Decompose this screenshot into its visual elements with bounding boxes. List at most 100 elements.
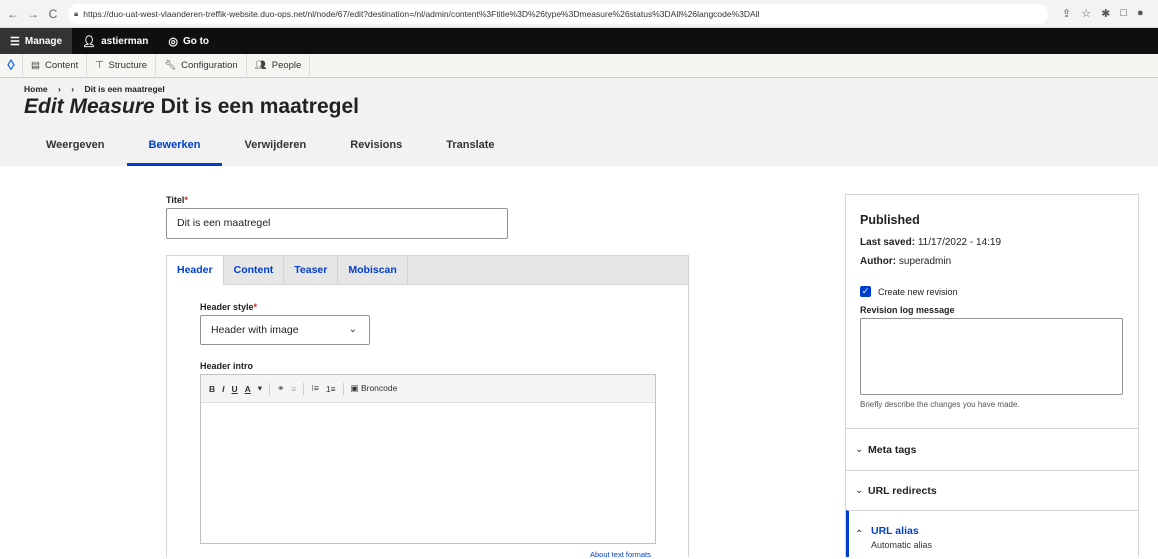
goto-icon: ◎ — [168, 35, 178, 48]
last-saved: Last saved: 11/17/2022 - 14:19 — [860, 237, 1001, 248]
font-color-dropdown-icon[interactable]: ▾ — [258, 383, 262, 394]
italic-button[interactable]: I — [222, 384, 224, 394]
tray-item-configuration[interactable]: 🔧︎ Configuration — [156, 53, 247, 78]
revision-hint: Briefly describe the changes you have ma… — [860, 400, 1020, 409]
primary-tabs: Weergeven Bewerken Verwijderen Revisions… — [24, 137, 517, 166]
header-intro-editor[interactable]: B I U A ▾ ⚭ ≡ ⁝≡ 1≡ ▣ Broncode — [200, 374, 656, 544]
chevron-down-icon: ⌄ — [855, 444, 864, 455]
breadcrumb-separator: › — [58, 84, 61, 94]
revision-log-textarea[interactable] — [860, 318, 1123, 395]
share-icon[interactable]: ⇪ — [1062, 7, 1071, 20]
user-button[interactable]: 👤︎ astierman — [72, 28, 158, 54]
tray-item-structure[interactable]: ⊤ Structure — [87, 53, 157, 78]
source-button[interactable]: ▣ Broncode — [351, 383, 398, 394]
underline-button[interactable]: U — [232, 384, 238, 394]
goto-button[interactable]: ◎ Go to — [158, 28, 219, 54]
goto-label: Go to — [182, 35, 210, 47]
tray-item-people[interactable]: 👥︎ People — [247, 53, 311, 78]
structure-icon: ⊤ — [95, 60, 104, 71]
toolbar-divider — [342, 382, 344, 395]
chevron-down-icon: ⌄ — [855, 485, 864, 496]
people-icon: 👥︎ — [254, 60, 267, 71]
breadcrumb-home[interactable]: Home — [24, 84, 48, 94]
url-alias-accordion[interactable]: ⌃ URL alias Automatic alias — [846, 510, 1138, 557]
meta-tags-accordion[interactable]: ⌄ Meta tags — [846, 428, 1138, 470]
tab-teaser[interactable]: Teaser — [284, 256, 339, 284]
tab-header[interactable]: Header — [167, 256, 224, 285]
bulleted-list-button[interactable]: ⁝≡ — [311, 383, 319, 394]
tab-bewerken[interactable]: Bewerken — [126, 137, 223, 166]
page-title-type: Edit Measure — [24, 95, 155, 118]
star-icon[interactable]: ☆ — [1081, 7, 1091, 20]
url-alias-subtitle: Automatic alias — [871, 540, 933, 550]
numbered-list-button[interactable]: 1≡ — [326, 384, 336, 394]
page-title-name: Dit is een maatregel — [160, 95, 359, 118]
header-style-select[interactable]: Header with image ⌄ — [200, 315, 370, 345]
drupal-logo-icon[interactable]: ◊ — [0, 53, 23, 78]
tab-weergeven[interactable]: Weergeven — [24, 137, 127, 166]
content-icon: ▤ — [31, 60, 40, 71]
tab-content[interactable]: Content — [224, 256, 285, 284]
unlink-button[interactable]: ≡ — [291, 384, 296, 394]
titel-label-text: Titel — [166, 195, 185, 205]
url-alias-title: URL alias — [871, 525, 919, 537]
bold-button[interactable]: B — [209, 384, 215, 394]
url-redirects-title: URL redirects — [868, 485, 937, 497]
forward-icon[interactable]: → — [26, 7, 40, 21]
tray-item-label: Content — [44, 60, 79, 71]
create-revision-checkbox[interactable]: ✓ — [860, 286, 871, 297]
tray-item-label: People — [271, 60, 302, 71]
url-text: https://duo-uat-west-vlaanderen-treffik-… — [83, 8, 760, 19]
link-button[interactable]: ⚭ — [277, 383, 284, 394]
revision-log-label: Revision log message — [860, 305, 955, 315]
browser-bar: ← → C 🔒︎ https://duo-uat-west-vlaanderen… — [0, 0, 1158, 28]
menu-icon: ☰ — [10, 35, 20, 48]
reload-icon[interactable]: C — [46, 7, 60, 21]
breadcrumb-separator: › — [71, 84, 75, 94]
page-title: Edit Measure Dit is een maatregel — [24, 95, 359, 119]
field-group-tab-strip: Header Content Teaser Mobiscan — [167, 256, 688, 285]
tab-translate[interactable]: Translate — [424, 137, 516, 166]
user-label: astierman — [101, 35, 149, 47]
chevron-up-icon: ⌃ — [855, 529, 864, 540]
breadcrumb: Home › › Dit is een maatregel — [24, 84, 173, 94]
titel-label: Titel* — [166, 195, 188, 205]
last-saved-value: 11/17/2022 - 14:19 — [917, 237, 1002, 248]
required-marker: * — [253, 302, 258, 312]
manage-button[interactable]: ☰ Manage — [0, 28, 73, 54]
tab-revisions[interactable]: Revisions — [328, 137, 424, 166]
window-icon[interactable]: □ — [1120, 7, 1127, 20]
toolbar-divider — [303, 382, 305, 395]
chevron-down-icon: ⌄ — [348, 324, 357, 335]
author-label: Author: — [860, 256, 897, 267]
breadcrumb-current: Dit is een maatregel — [84, 84, 165, 94]
last-saved-label: Last saved: — [860, 237, 916, 248]
tray-item-content[interactable]: ▤ Content — [23, 53, 88, 78]
titel-input[interactable]: Dit is een maatregel — [166, 208, 508, 239]
source-icon: ▣ — [350, 383, 359, 393]
admin-tray: ◊ ▤ Content ⊤ Structure 🔧︎ Configuration… — [0, 53, 1158, 78]
profile-icon[interactable]: ● — [1137, 7, 1144, 20]
publish-status: Published — [860, 213, 920, 227]
url-redirects-accordion[interactable]: ⌄ URL redirects — [846, 470, 1138, 510]
editor-toolbar: B I U A ▾ ⚭ ≡ ⁝≡ 1≡ ▣ Broncode — [201, 375, 655, 403]
meta-tags-title: Meta tags — [868, 444, 917, 456]
user-icon: 👤︎ — [82, 35, 97, 48]
tab-verwijderen[interactable]: Verwijderen — [222, 137, 328, 166]
about-text-formats-link[interactable]: About text formats — [590, 550, 651, 559]
font-color-button[interactable]: A — [245, 384, 251, 394]
required-marker: * — [184, 195, 188, 205]
toolbar-divider — [269, 382, 271, 395]
tab-mobiscan[interactable]: Mobiscan — [338, 256, 408, 284]
create-revision-label: Create new revision — [878, 287, 958, 297]
header-style-label-text: Header style — [200, 302, 254, 312]
tray-item-label: Structure — [108, 60, 148, 71]
author-value: superadmin — [898, 256, 952, 267]
manage-label: Manage — [24, 35, 63, 47]
admin-toolbar: ☰ Manage 👤︎ astierman ◎ Go to — [0, 28, 1158, 54]
back-icon[interactable]: ← — [6, 7, 20, 21]
address-bar[interactable]: 🔒︎ https://duo-uat-west-vlaanderen-treff… — [68, 3, 1048, 24]
extensions-icon[interactable]: ✱ — [1101, 7, 1110, 20]
header-intro-label: Header intro — [200, 361, 254, 371]
source-label: Broncode — [360, 383, 398, 393]
